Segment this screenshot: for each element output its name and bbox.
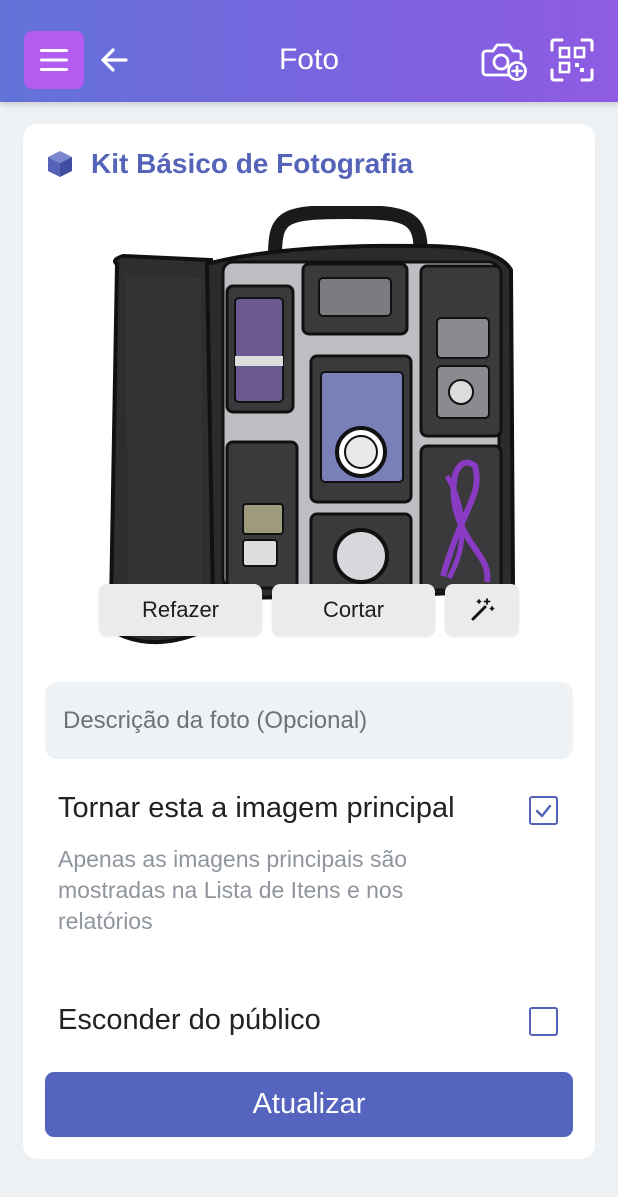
qr-scan-icon [550, 38, 594, 82]
camera-plus-icon [481, 43, 527, 81]
app-header: Foto [0, 0, 618, 102]
redo-photo-button[interactable]: Refazer [99, 584, 262, 636]
enhance-button[interactable] [445, 584, 519, 636]
main-image-label: Tornar esta a imagem principal [58, 792, 455, 824]
magic-wand-icon [471, 598, 495, 621]
hide-public-label: Esconder do público [58, 1004, 321, 1036]
camera-bag-illustration [108, 204, 516, 645]
checkmark-icon [535, 804, 552, 817]
hide-public-checkbox[interactable] [529, 1007, 558, 1036]
photo-card: Kit Básico de Fotografia Refazer Cortar … [23, 124, 595, 1159]
item-name: Kit Básico de Fotografia [91, 148, 414, 179]
main-image-hint: Apenas as imagens principais são mostrad… [58, 846, 408, 934]
item-header: Kit Básico de Fotografia [45, 146, 413, 182]
item-photo [103, 204, 523, 648]
crop-button[interactable]: Cortar [272, 584, 435, 636]
cube-icon [48, 151, 72, 177]
scan-button[interactable] [546, 36, 598, 84]
main-image-checkbox[interactable] [529, 796, 558, 825]
photo-description-input[interactable] [45, 682, 573, 759]
add-photo-button[interactable] [478, 36, 530, 84]
update-button[interactable]: Atualizar [45, 1072, 573, 1137]
